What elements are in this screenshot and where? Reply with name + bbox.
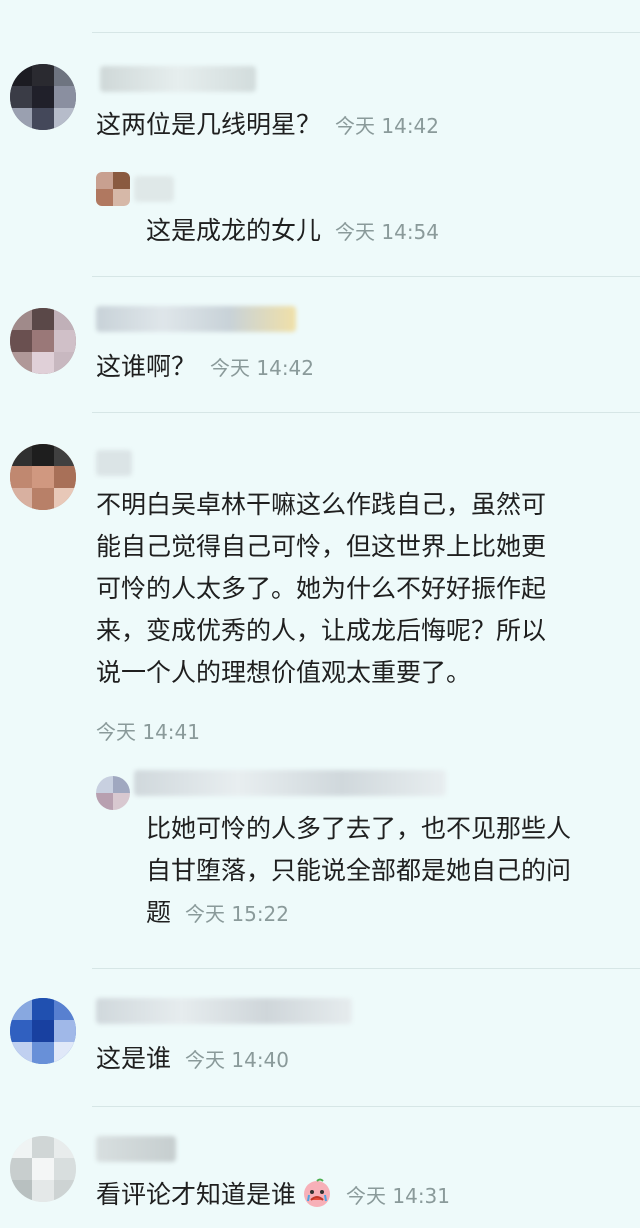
reply-avatar[interactable]: [96, 172, 130, 206]
timestamp: 今天 14:54: [335, 220, 440, 244]
comment-body: 看评论才知道是谁: [96, 1180, 297, 1209]
comment-body: 这谁啊？: [96, 352, 197, 381]
timestamp: 今天 15:22: [185, 902, 290, 926]
avatar[interactable]: [10, 1136, 76, 1202]
divider: [92, 1106, 640, 1107]
reply-line: 题: [146, 898, 172, 927]
reply-text: 比她可怜的人多了去了，也不见那些人 自甘堕落，只能说全部都是她自己的问 题今天 …: [146, 808, 636, 935]
timestamp: 今天 14:42: [210, 356, 315, 380]
divider: [92, 968, 640, 969]
comment-body: 这两位是几线明星？: [96, 110, 322, 139]
avatar-pixelated-icon: [96, 776, 130, 810]
comment-line: 可怜的人太多了。她为什么不好好振作起: [96, 574, 547, 603]
avatar-pixelated-icon: [96, 172, 130, 206]
avatar[interactable]: [10, 64, 76, 130]
reply-text: 这是成龙的女儿 今天 14:54: [146, 210, 439, 253]
username-blurred[interactable]: [96, 306, 296, 332]
avatar[interactable]: [10, 998, 76, 1064]
divider: [92, 412, 640, 413]
avatar-pixelated-icon: [10, 308, 76, 374]
avatar-pixelated-icon: [10, 998, 76, 1064]
avatar[interactable]: [10, 308, 76, 374]
crying-face-emoji-icon: [304, 1178, 331, 1207]
reply-line: 比她可怜的人多了去了，也不见那些人: [146, 814, 572, 843]
avatar-pixelated-icon: [10, 1136, 76, 1202]
avatar[interactable]: [10, 444, 76, 510]
username-blurred[interactable]: [100, 66, 256, 92]
comment-text: 看评论才知道是谁 今天 14:31: [96, 1174, 450, 1217]
username-blurred[interactable]: [96, 998, 352, 1024]
divider: [92, 276, 640, 277]
timestamp: 今天 14:40: [185, 1048, 290, 1072]
reply-body: 这是成龙的女儿: [146, 216, 322, 245]
comment-line: 能自己觉得自己可怜，但这世界上比她更: [96, 532, 547, 561]
comment-line: 说一个人的理想价值观太重要了。: [96, 658, 472, 687]
comment-text: 这是谁 今天 14:40: [96, 1038, 289, 1081]
reply-avatar[interactable]: [96, 776, 130, 810]
timestamp: 今天 14:41: [96, 720, 200, 744]
comment-body: 这是谁: [96, 1044, 172, 1073]
timestamp: 今天 14:31: [346, 1184, 451, 1208]
avatar-pixelated-icon: [10, 444, 76, 510]
username-blurred[interactable]: [96, 450, 132, 476]
comment-text: 这两位是几线明星？ 今天 14:42: [96, 104, 439, 147]
timestamp: 今天 14:42: [335, 114, 440, 138]
comment-text: 不明白吴卓林干嘛这么作践自己，虽然可 能自己觉得自己可怜，但这世界上比她更 可怜…: [96, 484, 636, 694]
avatar-pixelated-icon: [10, 64, 76, 130]
comment-line: 不明白吴卓林干嘛这么作践自己，虽然可: [96, 490, 547, 519]
reply-username-blurred[interactable]: [134, 770, 446, 796]
reply-username-blurred[interactable]: [134, 176, 174, 202]
username-blurred[interactable]: [96, 1136, 176, 1162]
reply-line: 自甘堕落，只能说全部都是她自己的问: [146, 856, 572, 885]
divider: [92, 32, 640, 33]
comment-line: 来，变成优秀的人，让成龙后悔呢？所以: [96, 616, 547, 645]
comment-text: 这谁啊？ 今天 14:42: [96, 346, 314, 389]
